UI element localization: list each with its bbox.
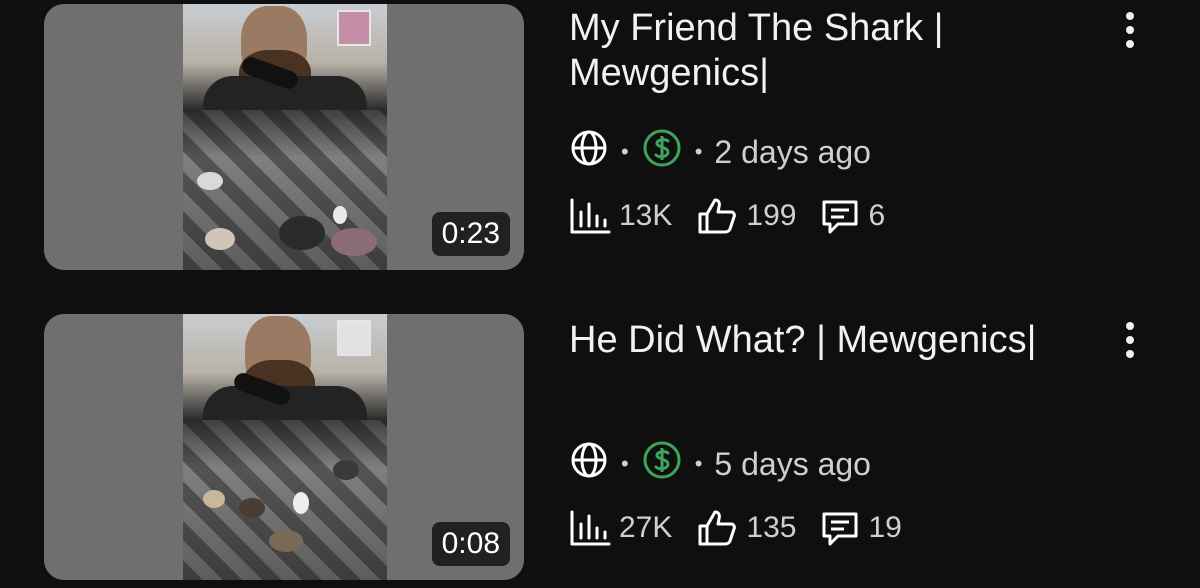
comments-stat[interactable]: 6 (820, 196, 885, 236)
views-stat: 13K (569, 196, 672, 236)
duration-badge: 0:23 (431, 212, 510, 256)
likes-count: 135 (746, 511, 797, 544)
separator-dot: • (694, 139, 703, 164)
video-meta: • • 2 days ago (569, 127, 871, 177)
upload-time: 2 days ago (714, 133, 871, 170)
comments-stat[interactable]: 19 (820, 508, 902, 548)
globe-icon (569, 128, 609, 176)
video-stats: 13K 199 6 (569, 194, 909, 238)
video-title[interactable]: My Friend The Shark | Mewgenics| (569, 6, 1089, 96)
views-stat: 27K (569, 508, 672, 548)
likes-stat[interactable]: 199 (696, 196, 796, 236)
separator-dot: • (621, 139, 629, 164)
thumbnail-image (183, 314, 387, 580)
gameplay-scene (183, 420, 387, 580)
upload-time: 5 days ago (714, 445, 871, 482)
globe-icon (569, 440, 609, 488)
likes-stat[interactable]: 135 (696, 508, 796, 548)
thumbs-up-icon (696, 508, 738, 548)
comments-count: 19 (868, 511, 902, 544)
video-thumbnail[interactable]: 0:08 (44, 314, 524, 580)
video-stats: 27K 135 19 (569, 506, 926, 550)
comment-icon (820, 196, 860, 236)
likes-count: 199 (746, 199, 797, 232)
video-list-item[interactable]: 0:08 He Did What? | Mewgenics| • • 5 day… (0, 312, 1200, 584)
separator-dot: • (621, 451, 629, 476)
comment-icon (820, 508, 860, 548)
views-count: 27K (619, 511, 673, 544)
views-count: 13K (619, 199, 673, 232)
gameplay-scene (183, 110, 387, 270)
webcam-overlay (183, 4, 387, 116)
comments-count: 6 (868, 199, 886, 232)
thumbnail-image (183, 4, 387, 270)
separator-dot: • (694, 451, 703, 476)
video-thumbnail[interactable]: 0:23 (44, 4, 524, 270)
thumbs-up-icon (696, 196, 738, 236)
video-title[interactable]: He Did What? | Mewgenics| (569, 318, 1089, 363)
webcam-overlay (183, 314, 387, 426)
bar-chart-icon (569, 196, 611, 236)
video-meta: • • 5 days ago (569, 439, 871, 489)
more-options-button[interactable] (1116, 320, 1146, 364)
more-options-button[interactable] (1116, 10, 1146, 54)
dollar-icon (641, 127, 683, 177)
dollar-icon (641, 439, 683, 489)
bar-chart-icon (569, 508, 611, 548)
video-list-item[interactable]: 0:23 My Friend The Shark | Mewgenics| • … (0, 0, 1200, 272)
duration-badge: 0:08 (431, 522, 510, 566)
